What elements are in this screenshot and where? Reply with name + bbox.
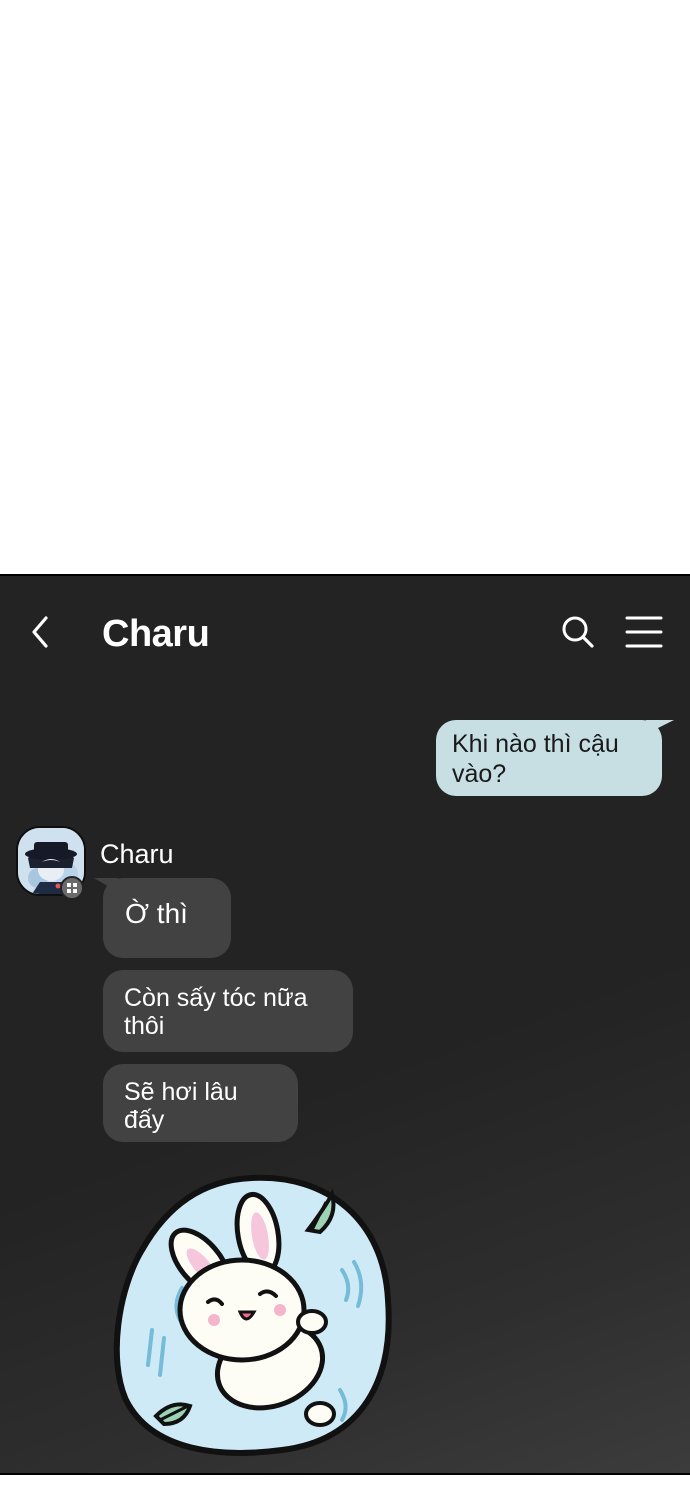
menu-button[interactable] bbox=[624, 614, 664, 650]
blank-area bbox=[0, 1475, 690, 1492]
avatar-badge bbox=[60, 876, 84, 900]
chevron-left-icon bbox=[32, 616, 48, 648]
incoming-message[interactable]: Sẽ hơi lâu đấy bbox=[103, 1064, 298, 1142]
sticker[interactable] bbox=[112, 1170, 398, 1460]
back-button[interactable] bbox=[26, 612, 56, 652]
search-button[interactable] bbox=[558, 612, 598, 652]
incoming-message[interactable]: Còn sấy tóc nữa thôi bbox=[103, 970, 353, 1052]
sender-name: Charu bbox=[100, 839, 174, 869]
incoming-message[interactable]: Ờ thì bbox=[103, 878, 231, 958]
grid-badge-icon bbox=[67, 883, 77, 893]
chat-title: Charu bbox=[102, 613, 210, 655]
outgoing-message[interactable]: Khi nào thì cậu vào? bbox=[436, 720, 662, 796]
hamburger-menu-icon bbox=[625, 616, 663, 648]
chat-screen: Charu Khi nào thì cậu vào? Charu Ờ thì C… bbox=[0, 574, 690, 1475]
search-icon bbox=[562, 616, 594, 648]
sleeping-bunny-sticker-icon bbox=[113, 1174, 392, 1456]
blank-area bbox=[0, 0, 690, 574]
